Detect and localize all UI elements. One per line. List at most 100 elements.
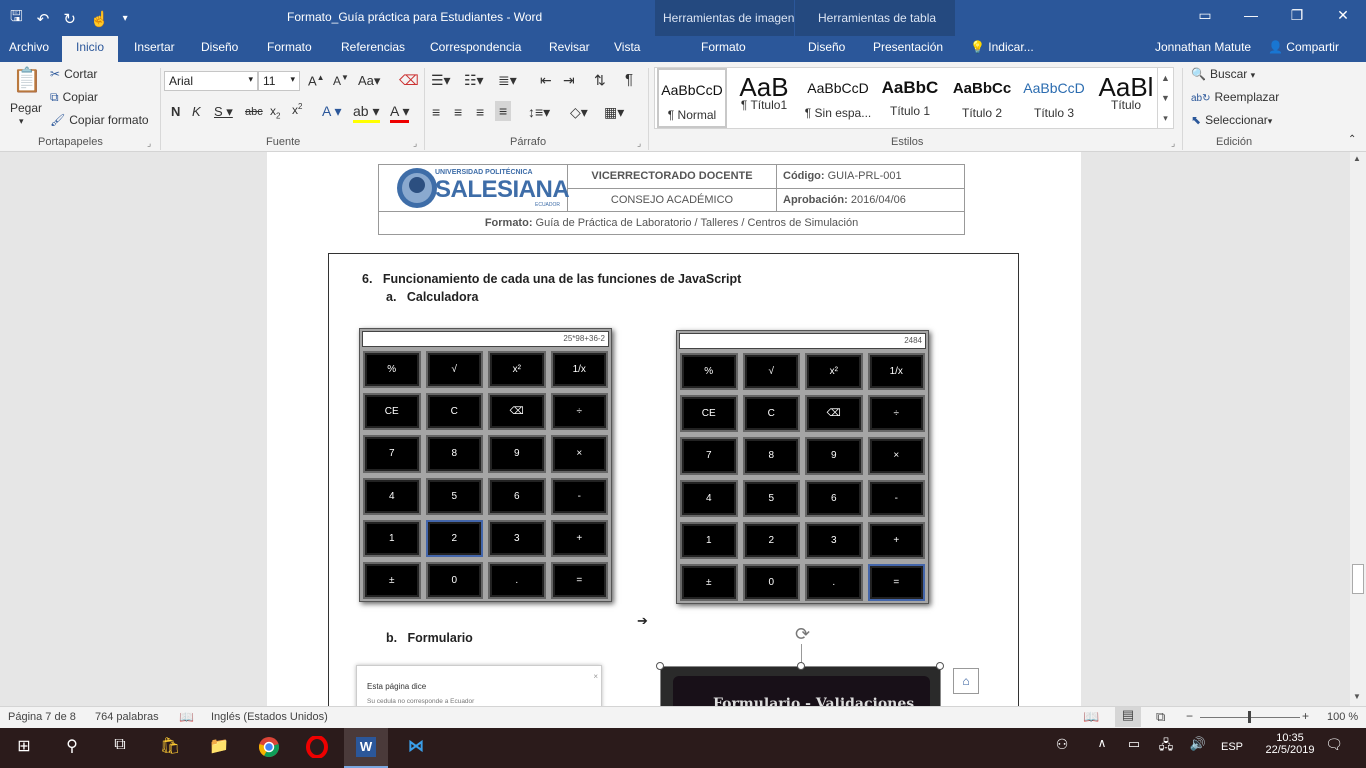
font-size-combo[interactable]: 11 ▾ <box>258 71 300 91</box>
clear-format-icon[interactable]: ⌫ <box>399 72 419 89</box>
user-name[interactable]: Jonnathan Matute <box>1155 40 1251 54</box>
shading-icon[interactable]: ◇▾ <box>570 104 588 121</box>
scroll-up-icon[interactable]: ▲ <box>1353 154 1361 163</box>
tab-formato-imagen[interactable]: Formato <box>701 40 746 54</box>
print-layout-icon[interactable]: ▤ <box>1115 707 1141 727</box>
paragraph-launcher-icon[interactable]: ⌟ <box>637 138 641 149</box>
share-button[interactable]: 👤 Compartir <box>1268 40 1339 54</box>
cut-button[interactable]: ✂ Cortar <box>50 67 97 81</box>
word-count[interactable]: 764 palabras <box>95 711 159 723</box>
decrease-indent-icon[interactable]: ⇤ <box>540 72 552 89</box>
style-titulo1[interactable]: AaB ¶ Título1 <box>729 68 799 128</box>
style-sin-espaciado[interactable]: AaBbCcD ¶ Sin espa... <box>801 68 875 128</box>
save-icon[interactable]: 🖫 <box>10 6 23 31</box>
page-count[interactable]: Página 7 de 8 <box>8 711 76 723</box>
select-button[interactable]: ⬉ Seleccionar▾ <box>1191 113 1272 127</box>
document-page[interactable]: UNIVERSIDAD POLITÉCNICA SALESIANA ECUADO… <box>267 152 1081 706</box>
calculator-screenshot-before[interactable]: 25*98+36-2 % √ x² 1/x CE C ⌫ ÷ 7 8 9 × 4 5 6- 1 2 3 + ±0. = <box>359 328 612 602</box>
styles-launcher-icon[interactable]: ⌟ <box>1171 138 1175 149</box>
superscript-icon[interactable]: x2 <box>292 102 302 117</box>
resize-handle[interactable] <box>797 662 805 670</box>
shrink-font-icon[interactable]: A▼ <box>333 73 349 88</box>
align-center-icon[interactable]: ≡ <box>454 104 462 120</box>
touch-mode-icon[interactable]: ☝ <box>90 10 109 28</box>
change-case-icon[interactable]: Aa▾ <box>358 73 380 89</box>
ribbon-display-icon[interactable]: ▭ <box>1182 0 1228 32</box>
rotate-handle-icon[interactable]: ⟳ <box>795 624 810 645</box>
alert-dialog-screenshot[interactable]: Esta página dice Su cedula no correspond… <box>356 665 602 706</box>
borders-icon[interactable]: ▦▾ <box>604 104 624 121</box>
tab-diseno-tabla[interactable]: Diseño <box>808 40 845 54</box>
vertical-scrollbar[interactable]: ▲ ▼ <box>1350 152 1366 706</box>
align-right-icon[interactable]: ≡ <box>476 104 484 120</box>
chrome-icon[interactable] <box>257 736 281 760</box>
tab-insertar[interactable]: Insertar <box>134 40 175 54</box>
numbering-icon[interactable]: ☷▾ <box>464 72 484 89</box>
people-icon[interactable]: ⚇ <box>1050 736 1074 760</box>
zoom-level[interactable]: 100 % <box>1327 711 1358 723</box>
font-name-combo[interactable]: Arial ▾ <box>164 71 258 91</box>
paste-icon[interactable]: 📋 <box>12 66 42 98</box>
justify-icon[interactable]: ≡ <box>495 101 512 121</box>
styles-scroll[interactable]: ▲ ▼ ▾ <box>1157 68 1173 128</box>
style-titulo-3[interactable]: AaBbCcD Título 3 <box>1019 68 1089 128</box>
file-explorer-icon[interactable]: 📁 <box>207 736 231 760</box>
underline-icon[interactable]: S ▾ <box>214 104 233 120</box>
find-button[interactable]: 🔍 Buscar ▾ <box>1191 67 1255 81</box>
read-mode-icon[interactable]: 📖 <box>1083 709 1099 725</box>
copy-button[interactable]: ⧉ Copiar <box>50 90 98 105</box>
increase-indent-icon[interactable]: ⇥ <box>563 72 575 89</box>
pilcrow-icon[interactable]: ¶ <box>625 71 633 88</box>
clipboard-launcher-icon[interactable]: ⌟ <box>147 138 151 149</box>
tell-me-box[interactable]: 💡 Indicar... <box>970 40 1034 54</box>
battery-icon[interactable]: ▭ <box>1122 736 1146 760</box>
subscript-icon[interactable]: x2 <box>270 104 280 120</box>
font-color-icon[interactable]: A ▾ <box>390 103 410 123</box>
strikethrough-icon[interactable]: abc <box>245 106 263 118</box>
line-spacing-icon[interactable]: ↕≡▾ <box>528 104 550 121</box>
multilevel-list-icon[interactable]: ≣▾ <box>498 72 517 89</box>
resize-handle[interactable] <box>656 662 664 670</box>
zoom-in-icon[interactable]: + <box>1302 709 1309 723</box>
notifications-icon[interactable]: 🗨 <box>1322 736 1346 760</box>
format-painter-button[interactable]: 🖌 Copiar formato <box>50 113 149 127</box>
windows-start-icon[interactable]: ⊞ <box>12 736 36 760</box>
tab-diseno[interactable]: Diseño <box>201 40 238 54</box>
sort-icon[interactable]: ⇅ <box>594 72 606 89</box>
tab-vista[interactable]: Vista <box>614 40 640 54</box>
style-titulo[interactable]: AaBl Título <box>1091 68 1161 128</box>
tab-inicio[interactable]: Inicio <box>62 36 119 62</box>
show-hidden-icons[interactable]: ∧ <box>1090 736 1114 760</box>
style-titulo-2[interactable]: AaBbCc Título 2 <box>947 68 1017 128</box>
align-left-icon[interactable]: ≡ <box>432 104 440 120</box>
calculator-screenshot-after[interactable]: 2484 % √ x² 1/x CE C ⌫ ÷ 7 8 9 × 4 5 6- 1 2 3 + ±0. = <box>676 330 929 604</box>
vscode-icon[interactable]: ⋈ <box>404 736 428 760</box>
paste-dropdown-icon[interactable]: ▾ <box>19 116 24 127</box>
bold-icon[interactable]: N <box>171 104 180 119</box>
style-normal[interactable]: AaBbCcD ¶ Normal <box>657 68 727 128</box>
customize-qat-icon[interactable]: ▾ <box>123 13 128 24</box>
scroll-thumb[interactable] <box>1352 564 1364 594</box>
italic-icon[interactable]: K <box>192 104 201 119</box>
tab-formato[interactable]: Formato <box>267 40 312 54</box>
font-launcher-icon[interactable]: ⌟ <box>413 138 417 149</box>
tab-revisar[interactable]: Revisar <box>549 40 590 54</box>
replace-button[interactable]: ab↻ Reemplazar <box>1191 90 1279 104</box>
restore-icon[interactable]: ❐ <box>1274 0 1320 32</box>
tab-archivo[interactable]: Archivo <box>9 40 49 54</box>
minimize-icon[interactable]: — <box>1228 0 1274 32</box>
language-indicator[interactable]: Inglés (Estados Unidos) <box>211 711 328 723</box>
proofing-icon[interactable]: 📖 <box>179 710 194 724</box>
zoom-out-icon[interactable]: − <box>1186 709 1193 723</box>
zoom-slider-thumb[interactable] <box>1248 711 1251 723</box>
scroll-down-icon[interactable]: ▼ <box>1353 692 1361 701</box>
word-taskbar-button[interactable]: W <box>344 728 388 768</box>
input-language[interactable]: ESP <box>1221 741 1243 753</box>
search-icon[interactable]: ⚲ <box>60 736 84 760</box>
text-effects-icon[interactable]: A ▾ <box>322 103 341 120</box>
store-icon[interactable]: 🛍 <box>158 736 182 760</box>
highlight-icon[interactable]: ab ▾ <box>353 103 380 123</box>
collapse-ribbon-icon[interactable]: ⌃ <box>1348 134 1356 145</box>
resize-handle[interactable] <box>936 662 944 670</box>
layout-options-icon[interactable]: ⌂ <box>953 668 979 694</box>
